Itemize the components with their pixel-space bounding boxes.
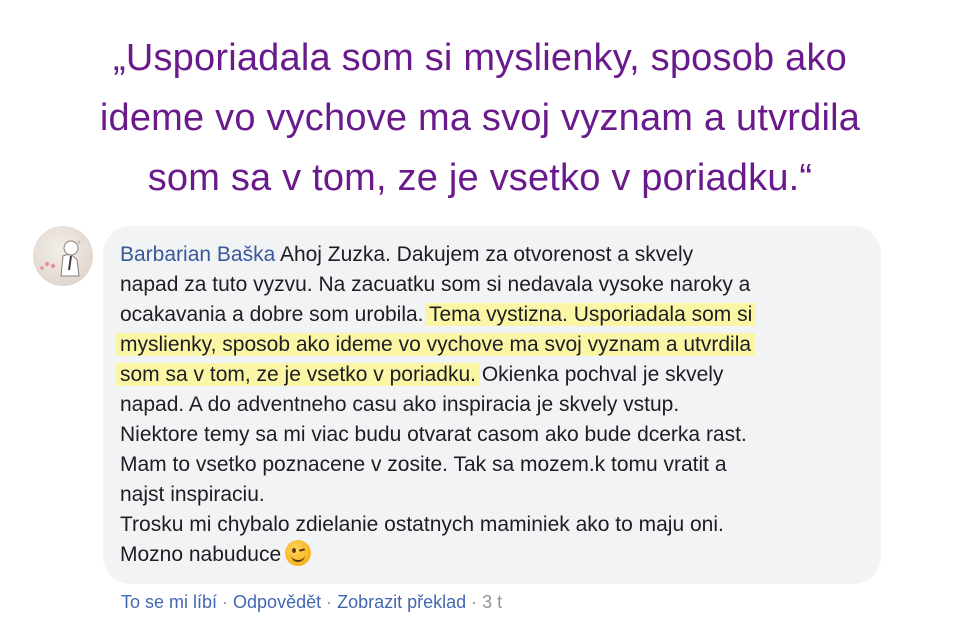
separator: ·: [222, 592, 229, 612]
separator: ·: [471, 592, 478, 612]
comment-line: napad. A do adventneho casu ako inspirac…: [120, 393, 680, 416]
comment-actions: To se mi líbí · Odpovědět · Zobrazit překlad…: [121, 592, 502, 613]
wink-emoji-icon: [285, 540, 312, 566]
comment-line: Trosku mi chybalo zdielanie ostatnych ma…: [120, 513, 724, 536]
comment-text: Barbarian Baška Ahoj Zuzka. Dakujem za o…: [120, 240, 872, 570]
avatar[interactable]: [33, 226, 93, 286]
separator: ·: [326, 592, 333, 612]
comment-line: najst inspiraciu.: [120, 483, 265, 506]
reply-link[interactable]: Odpovědět: [233, 592, 321, 612]
quote-line: „Usporiadala som si myslienky, sposob ak…: [112, 37, 847, 79]
comment-line: myslienky, sposob ako ideme vo vychove m…: [120, 330, 872, 360]
highlighted-text: Tema vystizna. Usporiadala som si: [428, 303, 753, 326]
comment-line: Barbarian Baška Ahoj Zuzka. Dakujem za o…: [120, 243, 694, 266]
quote-line: ideme vo vychove ma svoj vyznam a utvrdi…: [99, 97, 861, 139]
highlighted-text: som sa v tom, ze je vsetko v poriadku.: [120, 363, 476, 386]
translate-link[interactable]: Zobrazit překlad: [337, 592, 466, 612]
comment-line: napad za tuto vyzvu. Na zacuatku som si …: [120, 273, 751, 296]
comment-line: Niektore temy sa mi viac budu otvarat ca…: [120, 423, 747, 446]
comment-line: Mozno nabuduce: [120, 540, 872, 570]
avatar-illustration-icon: [40, 240, 81, 277]
like-link[interactable]: To se mi líbí: [121, 592, 217, 612]
comment-line: Mam to vsetko poznacene v zosite. Tak sa…: [120, 453, 727, 476]
timestamp[interactable]: 3 t: [482, 592, 502, 612]
comment-line: ocakavania a dobre som urobila. Tema vys…: [120, 303, 753, 326]
highlighted-text: myslienky, sposob ako ideme vo vychove m…: [120, 333, 752, 356]
comment-line: som sa v tom, ze je vsetko v poriadku. O…: [120, 363, 724, 386]
quote-heading: „Usporiadala som si myslienky, sposob ak…: [0, 28, 960, 208]
quote-line: som sa v tom, ze je vsetko v poriadku.“: [147, 157, 813, 199]
author-name[interactable]: Barbarian Baška: [120, 243, 275, 266]
